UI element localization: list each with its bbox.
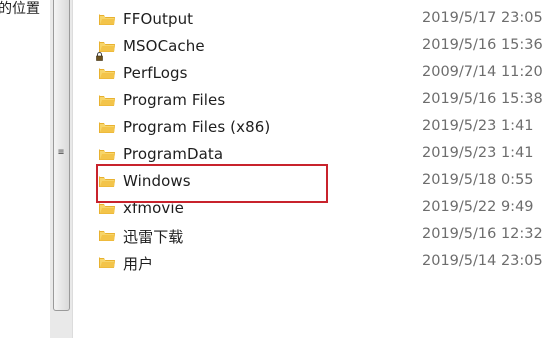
folder-icon — [98, 119, 116, 135]
file-date: 2019/5/23 1:41 — [422, 145, 534, 161]
file-row[interactable]: 迅雷下载 2019/5/16 12:32 — [80, 222, 544, 249]
folder-icon — [98, 146, 116, 162]
lock-icon — [96, 46, 103, 61]
file-date: 2019/5/16 15:36 — [422, 37, 543, 53]
file-name: 迅雷下载 — [123, 228, 184, 246]
file-date: 2019/5/17 23:05 — [422, 10, 543, 26]
navigation-pane: 的位置 — [0, 0, 50, 338]
folder-icon — [98, 254, 116, 270]
file-row[interactable]: 用户 2019/5/14 23:05 — [80, 249, 544, 276]
file-name: MSOCache — [123, 37, 205, 55]
nav-item-label[interactable]: 的位置 — [0, 0, 40, 18]
file-row[interactable]: MSOCache 2019/5/16 15:36 — [80, 33, 544, 61]
folder-icon — [98, 11, 116, 27]
grip-icon: ≡ — [58, 147, 65, 158]
file-row[interactable]: Program Files (x86) 2019/5/23 1:41 — [80, 114, 544, 141]
file-name: Program Files — [123, 91, 226, 109]
file-row[interactable]: Program Files 2019/5/16 15:38 — [80, 87, 544, 114]
folder-icon — [98, 92, 116, 108]
file-date: 2019/5/18 0:55 — [422, 172, 534, 188]
folder-icon — [98, 227, 116, 243]
file-list: FFOutput 2019/5/17 23:05 MSOCache 2019/5/16… — [80, 6, 544, 276]
file-date: 2009/7/14 11:20 — [422, 64, 543, 80]
file-date: 2019/5/16 12:32 — [422, 226, 543, 242]
file-name: PerfLogs — [123, 64, 188, 82]
file-date: 2019/5/14 23:05 — [422, 253, 543, 269]
highlight-box — [96, 164, 328, 203]
file-name: Program Files (x86) — [123, 118, 271, 136]
folder-icon — [98, 65, 116, 81]
file-name: 用户 — [123, 255, 154, 273]
file-name: FFOutput — [123, 10, 194, 28]
file-name: ProgramData — [123, 145, 224, 163]
file-date: 2019/5/23 1:41 — [422, 118, 534, 134]
file-date: 2019/5/16 15:38 — [422, 91, 543, 107]
nav-scrollbar[interactable]: ≡ — [50, 0, 73, 338]
file-row[interactable]: PerfLogs 2009/7/14 11:20 — [80, 60, 544, 87]
file-row[interactable]: FFOutput 2019/5/17 23:05 — [80, 6, 544, 33]
file-date: 2019/5/22 9:49 — [422, 199, 534, 215]
scrollbar-thumb[interactable]: ≡ — [53, 0, 70, 311]
